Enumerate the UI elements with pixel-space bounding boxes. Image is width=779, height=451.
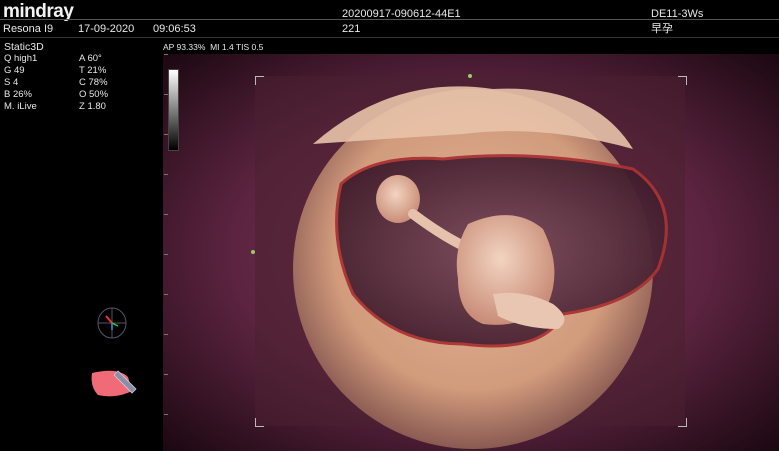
param-right: O 50% <box>79 89 109 100</box>
param-row: Q high1 A 60° <box>4 53 102 65</box>
param-right: C 78% <box>79 77 108 88</box>
roi-corner <box>678 76 687 85</box>
param-row: M. iLive Z 1.80 <box>4 101 106 113</box>
rendered-fetus-image <box>163 54 779 451</box>
param-row: G 49 T 21% <box>4 65 106 77</box>
param-left: M. iLive <box>4 101 37 112</box>
exam-time: 09:06:53 <box>153 23 196 35</box>
roi-corner <box>678 418 687 427</box>
ultrasound-3d-view[interactable] <box>163 54 779 451</box>
header-divider <box>0 19 779 20</box>
param-left: B 26% <box>4 89 32 100</box>
exam-date: 17-09-2020 <box>78 23 135 35</box>
param-row: S 4 C 78% <box>4 77 108 89</box>
param-right: A 60° <box>79 53 102 64</box>
roi-handle-left[interactable] <box>251 250 255 254</box>
param-left: S 4 <box>4 77 19 88</box>
transducer-probe-icon[interactable] <box>88 365 140 404</box>
grayscale-bar <box>168 69 179 151</box>
header-divider-2 <box>0 37 779 38</box>
device-name: Resona I9 <box>3 23 54 35</box>
param-left: G 49 <box>4 65 25 76</box>
roi-handle-top[interactable] <box>468 74 472 78</box>
safety-indices: AP 93.33% MI 1.4 TIS 0.5 <box>163 42 264 52</box>
roi-corner <box>255 76 264 85</box>
param-row: B 26% O 50% <box>4 89 108 101</box>
roi-corner <box>255 418 264 427</box>
3d-orientation-cube-icon[interactable] <box>96 306 128 345</box>
param-right: Z 1.80 <box>79 101 106 112</box>
depth-ruler <box>164 54 168 446</box>
exam-type: 早孕 <box>651 23 673 35</box>
param-left: Q high1 <box>4 53 38 64</box>
imaging-params: Static3D Q high1 A 60° G 49 T 21% S 4 C … <box>4 41 108 113</box>
mode-label: Static3D <box>4 41 44 53</box>
param-right: T 21% <box>79 65 107 76</box>
sub-id: 221 <box>342 23 361 35</box>
